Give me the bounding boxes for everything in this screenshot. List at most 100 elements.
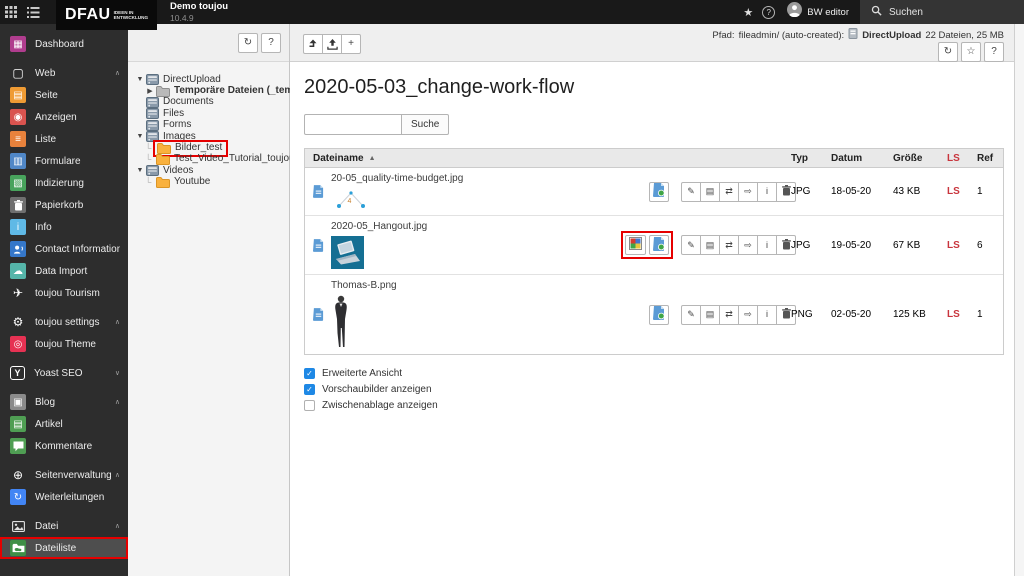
file-refs[interactable]: 1	[977, 186, 1003, 197]
checkbox-checked-icon[interactable]: ✓	[304, 384, 315, 395]
module-list-icon[interactable]	[22, 0, 44, 24]
sidebar-item-weiterleitungen[interactable]: ↻ Weiterleitungen	[0, 486, 128, 508]
file-ls[interactable]: LS	[947, 309, 977, 320]
upload-button[interactable]	[322, 34, 342, 54]
sidebar-item-label: toujou Tourism	[35, 287, 100, 299]
sidebar-item-indizierung[interactable]: ▧ Indizierung	[0, 172, 128, 194]
sidebar-item-data-import[interactable]: ☁ Data Import	[0, 260, 128, 282]
file-thumbnail[interactable]	[331, 236, 427, 269]
column-ref[interactable]: Ref	[977, 153, 1003, 164]
help-icon[interactable]: ?	[762, 5, 776, 19]
new-folder-button[interactable]: +	[341, 34, 361, 54]
sidebar-item-liste[interactable]: ≡ Liste	[0, 128, 128, 150]
file-thumbnail[interactable]	[331, 295, 397, 349]
sidebar-item-web[interactable]: ▢ Web ∧	[0, 62, 128, 84]
edit-button[interactable]: ✎	[681, 181, 701, 202]
tree-refresh-button[interactable]: ↻	[238, 32, 258, 53]
column-dateiname[interactable]: Dateiname ▲	[305, 153, 621, 164]
expander-open-icon[interactable]: ▼	[135, 167, 145, 174]
file-refs[interactable]: 1	[977, 309, 1003, 320]
tree-node-label: Forms	[163, 119, 192, 131]
expander-open-icon[interactable]: ▼	[135, 133, 145, 140]
toujou-tourism-icon: ✈	[12, 286, 24, 300]
tree-node-tempor-re-dateien-temp-[interactable]: ▶ Temporäre Dateien (_temp_)	[145, 85, 308, 97]
file-ls[interactable]: LS	[947, 186, 977, 197]
clipboard-button[interactable]	[649, 181, 669, 202]
tree-node-files[interactable]: Files	[135, 108, 287, 120]
view-option[interactable]: ✓ Erweiterte Ansicht	[304, 368, 1004, 379]
file-thumbnail[interactable]: 4	[331, 188, 463, 210]
file-rows: 20-05_quality-time-budget.jpg 4 ✎ ▤ ⇄ ⇨ i JPG 18…	[305, 168, 1003, 354]
replace-button[interactable]: ⇄	[719, 304, 739, 325]
tree-node-documents[interactable]: Documents	[135, 96, 287, 108]
file-name[interactable]: Thomas-B.png	[331, 280, 397, 292]
view-button[interactable]: ▤	[700, 235, 720, 255]
expander-closed-icon[interactable]: ▶	[145, 87, 155, 95]
view-option[interactable]: ✓ Vorschaubilder anzeigen	[304, 384, 1004, 395]
rename-button[interactable]: ⇨	[738, 235, 758, 255]
sidebar-item-anzeigen[interactable]: ◉ Anzeigen	[0, 106, 128, 128]
current-storage[interactable]: DirectUpload	[862, 30, 921, 41]
file-ls[interactable]: LS	[947, 240, 977, 251]
info-button[interactable]: i	[757, 304, 777, 325]
clipboard-button[interactable]	[649, 304, 669, 325]
rename-button[interactable]: ⇨	[738, 304, 758, 325]
sidebar-item-dashboard[interactable]: ▦ Dashboard	[0, 33, 128, 55]
view-button[interactable]: ▤	[700, 181, 720, 202]
file-name[interactable]: 2020-05_Hangout.jpg	[331, 221, 427, 233]
checkbox-unchecked-icon[interactable]	[304, 400, 315, 411]
tree-node-videos[interactable]: ▼ Videos	[135, 165, 287, 177]
sidebar-item-info[interactable]: i Info	[0, 216, 128, 238]
info-button[interactable]: i	[757, 235, 777, 255]
sidebar-item-artikel[interactable]: ▤ Artikel	[0, 413, 128, 435]
sidebar-item-blog[interactable]: ▣ Blog ∧	[0, 391, 128, 413]
search-submit-button[interactable]: Suche	[402, 114, 450, 135]
module-grid-icon[interactable]	[0, 0, 22, 24]
edit-button[interactable]: ✎	[681, 235, 701, 255]
level-up-button[interactable]	[303, 34, 323, 54]
sidebar-item-papierkorb[interactable]: Papierkorb	[0, 194, 128, 216]
file-refs[interactable]: 6	[977, 240, 1003, 251]
tree-node-forms[interactable]: Forms	[135, 119, 287, 131]
sidebar-item-toujou-theme[interactable]: ◎ toujou Theme	[0, 333, 128, 355]
scrollbar-gutter[interactable]	[1014, 24, 1024, 576]
rename-button[interactable]: ⇨	[738, 181, 758, 202]
bookmark-star-icon[interactable]: ★	[734, 6, 762, 19]
view-button[interactable]: ▤	[700, 304, 720, 325]
view-option[interactable]: Zwischenablage anzeigen	[304, 400, 1004, 411]
file-name[interactable]: 20-05_quality-time-budget.jpg	[331, 173, 463, 185]
refresh-button[interactable]: ↻	[938, 42, 958, 62]
checkbox-checked-icon[interactable]: ✓	[304, 368, 315, 379]
filelist-search-input[interactable]	[304, 114, 402, 135]
sidebar-item-seite[interactable]: ▤ Seite	[0, 84, 128, 106]
info-button[interactable]: i	[757, 181, 777, 202]
column-groesse[interactable]: Größe	[893, 153, 947, 164]
expander-open-icon[interactable]: ▼	[135, 76, 145, 83]
sidebar-item-toujou-settings[interactable]: ⚙ toujou settings ∧	[0, 311, 128, 333]
sidebar-item-yoast-seo[interactable]: Y Yoast SEO ∨	[0, 362, 128, 384]
edit-button[interactable]: ✎	[681, 304, 701, 325]
column-datum[interactable]: Datum	[831, 153, 893, 164]
tree-node-bilder-test[interactable]: └ Bilder_test	[145, 139, 287, 157]
image-editor-button[interactable]	[625, 235, 646, 255]
sidebar-item-toujou-tourism[interactable]: ✈ toujou Tourism	[0, 282, 128, 304]
sidebar-item-datei[interactable]: Datei ∧	[0, 515, 128, 537]
bookmark-button[interactable]: ☆	[961, 42, 981, 62]
column-ls[interactable]: LS	[947, 153, 977, 164]
tree-node-test-video-tutorial-toujou[interactable]: └ Test_Video_Tutorial_toujou	[145, 153, 295, 165]
user-menu[interactable]: BW editor	[787, 2, 849, 22]
column-typ[interactable]: Typ	[791, 153, 831, 164]
clipboard-button[interactable]	[649, 235, 669, 255]
tree-help-button[interactable]: ?	[261, 32, 281, 53]
help-button[interactable]: ?	[984, 42, 1004, 62]
sidebar-item-contact-information[interactable]: Contact Information	[0, 238, 128, 260]
replace-button[interactable]: ⇄	[719, 181, 739, 202]
replace-button[interactable]: ⇄	[719, 235, 739, 255]
global-search[interactable]: Suchen	[860, 0, 1024, 24]
tree-node-youtube[interactable]: └ Youtube	[145, 176, 287, 188]
sidebar-item-seitenverwaltung[interactable]: ⊕ Seitenverwaltung ∧	[0, 464, 128, 486]
tree-node-directupload[interactable]: ▼ DirectUpload	[135, 74, 287, 86]
sidebar-item-formulare[interactable]: ▥ Formulare	[0, 150, 128, 172]
sidebar-item-dateiliste[interactable]: Dateiliste	[0, 537, 128, 559]
sidebar-item-kommentare[interactable]: Kommentare	[0, 435, 128, 457]
